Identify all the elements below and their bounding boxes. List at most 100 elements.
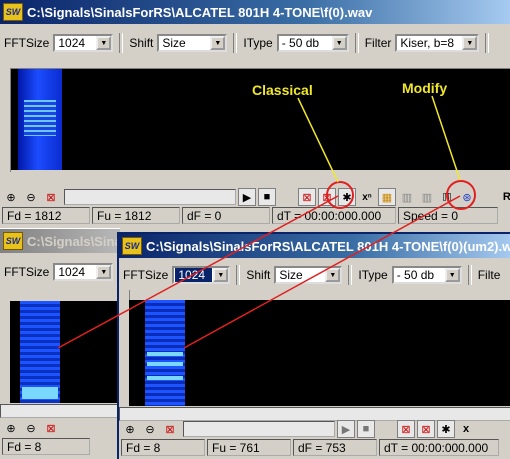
fftsize-label: FFTSize	[4, 36, 50, 50]
front-toolbar-right: ▶ ■ ⊠ ⊠ ✱ x	[337, 418, 477, 440]
spectrogram-view[interactable]	[129, 300, 510, 406]
shift-label: Shift	[129, 36, 154, 50]
zoom-in-icon[interactable]: ⊕	[2, 419, 20, 437]
top-ruler	[10, 58, 510, 69]
classical-mode-icon[interactable]: ✱	[437, 420, 455, 438]
stop-icon[interactable]: ■	[258, 188, 276, 206]
signal-tone-band	[147, 352, 183, 356]
chevron-down-icon: ▼	[462, 36, 478, 50]
top-window: SW C:\Signals\SinalsForRS\ALCATEL 801H 4…	[0, 0, 510, 228]
back-window-titlebar[interactable]: SW C:\Signals\SinalsForRS	[0, 229, 120, 253]
dt-readout: dT = 00:00:000.000	[272, 207, 396, 224]
back-status-bar: Fd = 8	[2, 438, 92, 455]
back-controls: FFTSize 1024 ▼	[0, 259, 114, 285]
shift-select[interactable]: Size ▼	[157, 34, 228, 52]
front-status-bar: Fd = 8 Fu = 761 dF = 753 dT = 00:00:000.…	[121, 439, 501, 456]
chevron-down-icon: ▼	[331, 36, 347, 50]
chevron-down-icon: ▼	[96, 36, 112, 50]
waterfall-icon[interactable]: ⊠	[417, 420, 435, 438]
fd-readout: Fd = 1812	[2, 207, 90, 224]
front-toolbar: ⊕ ⊖ ⊠	[121, 418, 181, 440]
r-button[interactable]: R=	[498, 188, 510, 206]
signal-tone-band	[147, 376, 183, 380]
chevron-down-icon: ▼	[325, 268, 341, 282]
front-window-titlebar[interactable]: SW C:\Signals\SinalsForRS\ALCATEL 801H 4…	[119, 234, 510, 258]
itype-label: IType	[358, 268, 388, 282]
separator	[348, 265, 353, 285]
annotation-modify: Modify	[402, 80, 448, 96]
zoom-reset-icon[interactable]: ⊠	[161, 420, 179, 438]
app-icon: SW	[3, 3, 23, 21]
shift-select[interactable]: Size ▼	[274, 266, 343, 284]
dt-readout: dT = 00:00:000.000	[379, 439, 499, 456]
separator	[485, 33, 490, 53]
separator	[236, 265, 241, 285]
fu-readout: Fu = 761	[207, 439, 291, 456]
zoom-reset-icon[interactable]: ⊠	[42, 419, 60, 437]
separator	[467, 265, 472, 285]
fftsize-label: FFTSize	[4, 265, 50, 279]
fftsize-select[interactable]: 1024 ▼	[53, 34, 114, 52]
zoom-reset-icon[interactable]: ⊠	[42, 188, 60, 206]
chevron-down-icon: ▼	[444, 268, 460, 282]
shift-label: Shift	[246, 268, 271, 282]
front-window: SW C:\Signals\SinalsForRS\ALCATEL 801H 4…	[117, 232, 510, 459]
itype-label: IType	[243, 36, 273, 50]
itype-select[interactable]: - 50 db ▼	[391, 266, 462, 284]
spectrogram-view[interactable]	[10, 301, 120, 403]
speed-readout: Speed = 0	[398, 207, 498, 224]
horizontal-scrollbar[interactable]	[0, 404, 120, 418]
left-ruler	[0, 62, 11, 172]
callout-circle-modify	[446, 180, 476, 210]
top-status-bar: Fd = 1812 Fu = 1812 dF = 0 dT = 00:00:00…	[2, 207, 500, 224]
chevron-down-icon: ▼	[213, 268, 229, 282]
front-controls: FFTSize 1024 ▼ Shift Size ▼ IType - 50 d…	[119, 262, 504, 288]
play-icon[interactable]: ▶	[238, 188, 256, 206]
back-toolbar: ⊕ ⊖ ⊠	[2, 417, 62, 439]
chart-icon[interactable]: ▥	[398, 188, 416, 206]
spectrum-icon[interactable]: ⊠	[397, 420, 415, 438]
window-title: C:\Signals\SinalsForRS	[27, 233, 120, 249]
chevron-down-icon: ▼	[210, 36, 226, 50]
filter-label: Filter	[364, 36, 392, 50]
annotation-classical: Classical	[252, 82, 313, 98]
spectrum-icon[interactable]: ⊠	[298, 188, 316, 206]
fu-readout: Fu = 1812	[92, 207, 180, 224]
chevron-down-icon: ▼	[96, 265, 112, 279]
df-readout: dF = 0	[182, 207, 270, 224]
front-scroll-track[interactable]	[183, 421, 335, 437]
power-icon[interactable]: x	[457, 420, 475, 438]
horizontal-scrollbar[interactable]	[64, 189, 236, 205]
filter-label: Filte	[477, 268, 501, 282]
palette-icon[interactable]: ▦	[378, 188, 396, 206]
chart-alt-icon[interactable]: ▥	[418, 188, 436, 206]
power-icon[interactable]: xⁿ	[358, 188, 376, 206]
filter-select[interactable]: Kiser, b=8 ▼	[395, 34, 480, 52]
zoom-out-icon[interactable]: ⊖	[22, 188, 40, 206]
zoom-in-icon[interactable]: ⊕	[121, 420, 139, 438]
fftsize-select[interactable]: 1024 ▼	[172, 266, 231, 284]
stop-icon[interactable]: ■	[357, 420, 375, 438]
play-icon[interactable]: ▶	[337, 420, 355, 438]
signal-tone-band	[24, 100, 56, 136]
top-controls: FFTSize 1024 ▼ Shift Size ▼ IType - 50 d…	[0, 30, 490, 56]
top-window-titlebar[interactable]: SW C:\Signals\SinalsForRS\ALCATEL 801H 4…	[0, 0, 510, 24]
fftsize-label: FFTSize	[123, 268, 169, 282]
app-icon: SW	[122, 237, 142, 255]
callout-circle-classical	[326, 181, 354, 209]
top-toolbar: ⊕ ⊖ ⊠	[2, 186, 62, 208]
separator	[354, 33, 359, 53]
app-icon: SW	[3, 232, 23, 250]
zoom-in-icon[interactable]: ⊕	[2, 188, 20, 206]
df-readout: dF = 753	[293, 439, 377, 456]
fd-readout: Fd = 8	[121, 439, 205, 456]
zoom-out-icon[interactable]: ⊖	[22, 419, 40, 437]
itype-select[interactable]: - 50 db ▼	[276, 34, 349, 52]
fftsize-select[interactable]: 1024 ▼	[53, 263, 114, 281]
separator	[233, 33, 238, 53]
signal-tone-band	[147, 362, 183, 366]
zoom-out-icon[interactable]: ⊖	[141, 420, 159, 438]
